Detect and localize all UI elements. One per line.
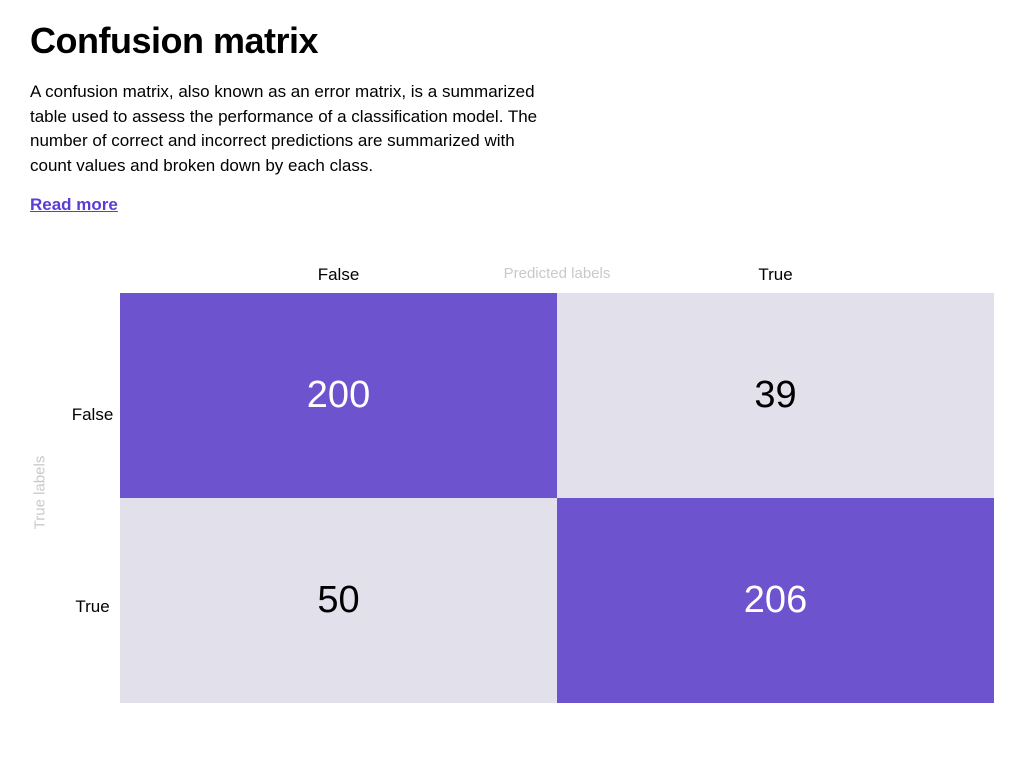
cell-fp: 39: [557, 293, 994, 498]
row-labels: False True: [65, 319, 120, 703]
cell-tn: 200: [120, 293, 557, 498]
row-label-true: True: [65, 511, 120, 703]
confusion-matrix: Predicted labels False True True labels …: [30, 265, 994, 703]
read-more-link[interactable]: Read more: [30, 195, 118, 214]
y-axis-title: True labels: [32, 455, 49, 529]
x-axis-title: Predicted labels: [120, 265, 994, 282]
row-label-false: False: [65, 319, 120, 511]
cell-fn: 50: [120, 498, 557, 703]
page-title: Confusion matrix: [30, 20, 994, 62]
description-text: A confusion matrix, also known as an err…: [30, 80, 550, 179]
cell-tp: 206: [557, 498, 994, 703]
header: Confusion matrix A confusion matrix, als…: [30, 20, 994, 215]
matrix-grid: 200 39 50 206: [120, 293, 994, 703]
